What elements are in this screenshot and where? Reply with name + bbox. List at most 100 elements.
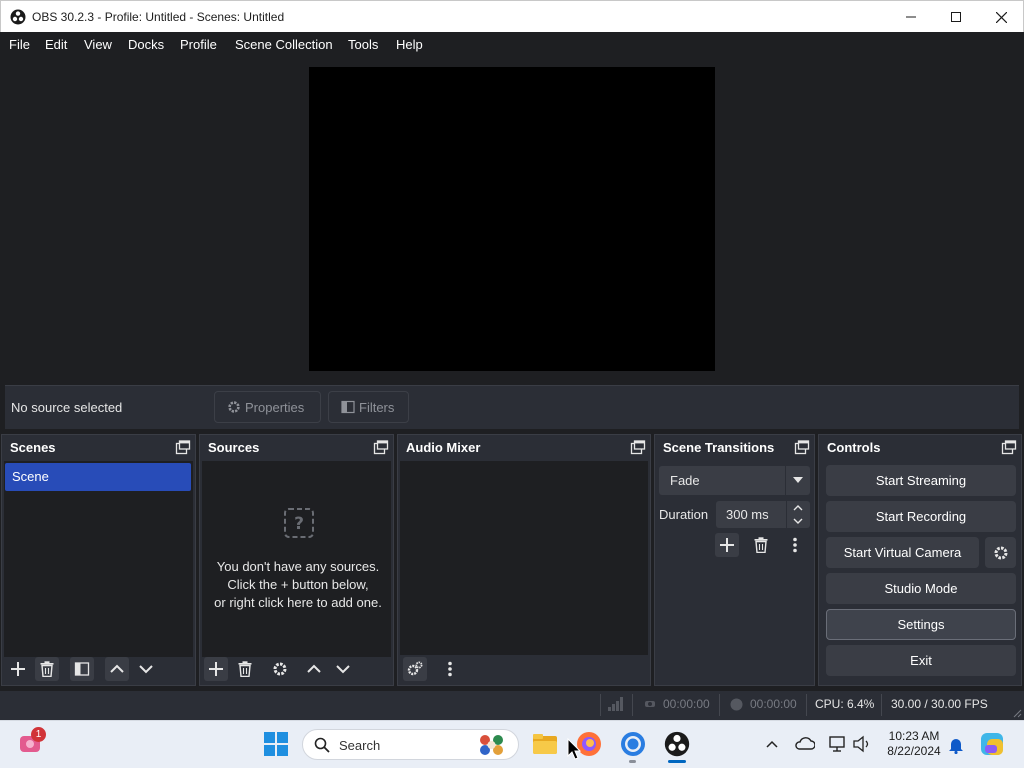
chevron-down-icon xyxy=(139,665,153,674)
plus-icon xyxy=(209,662,223,676)
menu-file[interactable]: File xyxy=(9,37,30,52)
studio-mode-button[interactable]: Studio Mode xyxy=(826,573,1016,604)
transition-select[interactable]: Fade xyxy=(659,466,810,495)
more-vertical-icon xyxy=(448,661,452,677)
sources-empty-message: You don't have any sources. Click the + … xyxy=(214,559,382,610)
properties-label: Properties xyxy=(245,399,305,415)
duration-label: Duration xyxy=(659,507,709,522)
transition-menu-button[interactable] xyxy=(783,533,807,557)
controls-title: Controls xyxy=(827,440,881,455)
add-transition-button[interactable] xyxy=(715,533,739,557)
chrome-icon[interactable] xyxy=(620,731,646,757)
gear-icon xyxy=(273,662,287,676)
move-source-up-button[interactable] xyxy=(302,657,326,681)
notification-bell-icon[interactable] xyxy=(948,736,964,754)
virtual-camera-config-button[interactable] xyxy=(985,537,1016,568)
spin-down-icon[interactable] xyxy=(793,517,803,525)
scenes-title: Scenes xyxy=(10,440,56,455)
search-icon xyxy=(314,737,330,753)
show-hidden-icons-chevron-icon[interactable] xyxy=(765,738,779,750)
maximize-button[interactable] xyxy=(933,1,979,33)
spin-up-icon[interactable] xyxy=(793,504,803,512)
audio-mixer-title: Audio Mixer xyxy=(406,440,481,455)
taskbar-clock[interactable]: 10:23 AM 8/22/2024 xyxy=(882,729,946,759)
svg-text:?: ? xyxy=(294,514,304,534)
menu-help[interactable]: Help xyxy=(396,37,423,52)
network-icon[interactable] xyxy=(828,735,846,753)
menu-scene-collection[interactable]: Scene Collection xyxy=(235,37,333,52)
start-recording-button[interactable]: Start Recording xyxy=(826,501,1016,532)
title-bar: OBS 30.2.3 - Profile: Untitled - Scenes:… xyxy=(0,0,1024,32)
gear-icon xyxy=(227,400,241,414)
undock-icon[interactable] xyxy=(1001,440,1017,456)
undock-icon[interactable] xyxy=(373,440,389,456)
exit-button[interactable]: Exit xyxy=(826,645,1016,676)
move-scene-up-button[interactable] xyxy=(105,657,129,681)
advanced-audio-properties-button[interactable] xyxy=(403,657,427,681)
mouse-cursor-icon xyxy=(567,738,581,760)
trash-icon xyxy=(238,661,252,677)
unknown-source-icon: ? xyxy=(284,508,314,538)
menu-profile[interactable]: Profile xyxy=(180,37,217,52)
plus-icon xyxy=(11,662,25,676)
cpu-usage: CPU: 6.4% xyxy=(815,697,875,711)
transition-selected-value: Fade xyxy=(670,473,700,488)
add-scene-button[interactable] xyxy=(6,657,30,681)
more-vertical-icon xyxy=(793,537,797,553)
remove-source-button[interactable] xyxy=(233,657,257,681)
source-properties-button[interactable] xyxy=(268,657,292,681)
file-explorer-icon[interactable] xyxy=(532,732,558,756)
add-source-button[interactable] xyxy=(204,657,228,681)
move-scene-down-button[interactable] xyxy=(134,657,158,681)
move-source-down-button[interactable] xyxy=(331,657,355,681)
start-virtual-camera-button[interactable]: Start Virtual Camera xyxy=(826,537,979,568)
trash-icon xyxy=(754,537,768,553)
filters-label: Filters xyxy=(359,399,395,415)
filter-icon xyxy=(74,662,90,676)
menu-docks[interactable]: Docks xyxy=(128,37,164,52)
remove-transition-button[interactable] xyxy=(749,533,773,557)
plus-icon xyxy=(720,538,734,552)
scene-filters-button[interactable] xyxy=(70,657,94,681)
duration-value: 300 ms xyxy=(726,507,769,522)
search-highlight-icon xyxy=(477,732,507,758)
settings-button[interactable]: Settings xyxy=(826,609,1016,640)
trash-icon xyxy=(40,661,54,677)
fps-readout: 30.00 / 30.00 FPS xyxy=(891,697,988,711)
window-title: OBS 30.2.3 - Profile: Untitled - Scenes:… xyxy=(32,10,285,24)
properties-button[interactable]: Properties xyxy=(214,391,321,423)
scene-transitions-title: Scene Transitions xyxy=(663,440,775,455)
filters-button[interactable]: Filters xyxy=(328,391,409,423)
minimize-button[interactable] xyxy=(888,1,934,33)
menu-edit[interactable]: Edit xyxy=(45,37,67,52)
onedrive-sync-icon[interactable] xyxy=(795,736,815,752)
chrome-running-indicator xyxy=(629,760,636,763)
audio-mixer-menu-button[interactable] xyxy=(438,657,462,681)
search-placeholder: Search xyxy=(339,738,381,753)
resize-grip-icon[interactable] xyxy=(1012,708,1022,718)
gear-icon xyxy=(994,546,1007,559)
audio-mixer-area[interactable] xyxy=(400,461,648,655)
volume-icon[interactable] xyxy=(852,735,872,753)
clock-time: 10:23 AM xyxy=(888,729,940,743)
start-streaming-button[interactable]: Start Streaming xyxy=(826,465,1016,496)
menu-view[interactable]: View xyxy=(84,37,112,52)
taskbar-search-box[interactable]: Search xyxy=(302,729,519,760)
chevron-up-icon xyxy=(110,664,124,673)
remove-scene-button[interactable] xyxy=(35,657,59,681)
signal-strength-icon xyxy=(608,697,624,711)
preview-canvas[interactable] xyxy=(309,67,715,371)
undock-icon[interactable] xyxy=(630,440,646,456)
scene-list-item[interactable]: Scene xyxy=(5,463,191,491)
selected-source-label: No source selected xyxy=(11,400,123,415)
close-button[interactable] xyxy=(978,1,1024,33)
duration-spinbox[interactable]: 300 ms xyxy=(716,501,810,528)
copilot-icon[interactable] xyxy=(979,731,1005,757)
obs-taskbar-icon[interactable] xyxy=(664,731,690,757)
undock-icon[interactable] xyxy=(175,440,191,456)
clock-date: 8/22/2024 xyxy=(887,744,941,758)
undock-icon[interactable] xyxy=(794,440,810,456)
menu-tools[interactable]: Tools xyxy=(348,37,378,52)
filter-icon xyxy=(341,400,355,414)
windows-start-icon[interactable] xyxy=(264,732,288,756)
